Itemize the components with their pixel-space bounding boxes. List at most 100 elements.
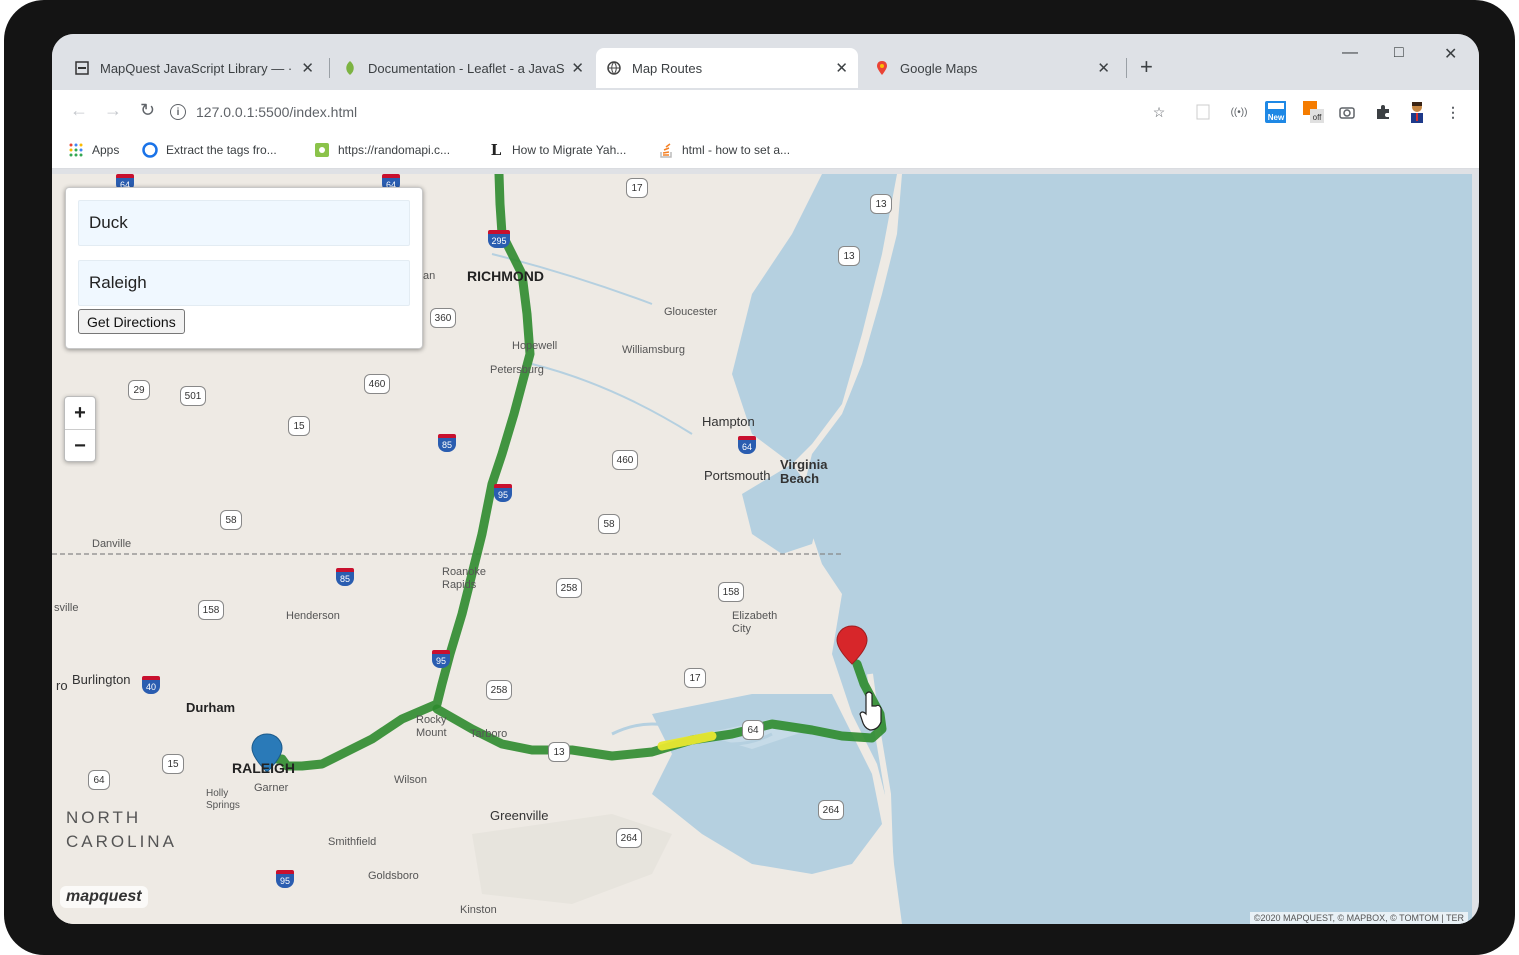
route-shield: 17	[626, 178, 648, 198]
tab-leaflet-docs[interactable]: Documentation - Leaflet - a JavaS ✕	[332, 48, 594, 88]
randomapi-icon	[314, 142, 330, 158]
browser-window: MapQuest JavaScript Library — · ✕ Docume…	[52, 34, 1479, 924]
reload-icon[interactable]: ↻	[140, 100, 155, 121]
interstate-shield: 95	[494, 484, 512, 502]
bookmark-html-how-to[interactable]: html - how to set a...	[658, 142, 790, 158]
address-bar[interactable]: i 127.0.0.1:5500/index.html	[170, 96, 1130, 128]
map-container[interactable]: RICHMOND Gloucester Williamsburg Hopewel…	[52, 174, 1472, 924]
close-icon[interactable]: ✕	[301, 59, 314, 77]
route-shield: 64	[88, 770, 110, 790]
interstate-shield: 40	[142, 676, 160, 694]
bookmarks-bar: Apps Extract the tags fro... https://ran…	[52, 134, 1479, 169]
svg-text:off: off	[1313, 113, 1323, 122]
interstate-shield: 64	[738, 436, 756, 454]
map-label-sville: sville	[54, 602, 79, 614]
broadcast-icon[interactable]: ((•))	[1228, 101, 1250, 123]
route-shield: 58	[598, 514, 620, 534]
url-text: 127.0.0.1:5500/index.html	[196, 104, 358, 120]
bookmark-label: html - how to set a...	[682, 143, 791, 157]
map-label-raleigh: RALEIGH	[232, 760, 295, 776]
kebab-menu-icon[interactable]: ⋮	[1442, 101, 1464, 123]
route-shield: 360	[430, 308, 456, 328]
route-shield: 460	[612, 450, 638, 470]
route-shield: 17	[684, 668, 706, 688]
tab-separator	[329, 58, 330, 78]
map-label-wilson: Wilson	[394, 774, 428, 786]
map-label-garner: Garner	[254, 782, 289, 794]
map-label-petersburg: Petersburg	[490, 364, 544, 376]
svg-text:New: New	[1268, 113, 1285, 122]
route-shield: 460	[364, 374, 390, 394]
news-extension-icon[interactable]: New	[1264, 101, 1286, 123]
map-label-williamsburg: Williamsburg	[622, 344, 685, 356]
camera-icon[interactable]	[1336, 101, 1358, 123]
tab-title: MapQuest JavaScript Library — ·	[100, 60, 293, 76]
close-icon[interactable]: ✕	[1097, 59, 1110, 77]
mapquest-logo[interactable]: mapquest	[60, 886, 148, 908]
extension-blank-icon[interactable]	[1192, 101, 1214, 123]
map-label-north-carolina: NORTH CAROLINA	[66, 808, 177, 851]
route-shield: 13	[548, 742, 570, 762]
zoom-in-button[interactable]: +	[65, 397, 95, 430]
route-shield: 13	[838, 246, 860, 266]
zoom-out-button[interactable]: −	[65, 430, 95, 462]
bookmark-extract-tags[interactable]: Extract the tags fro...	[142, 142, 277, 158]
route-shield: 264	[616, 828, 642, 848]
start-location-input[interactable]	[78, 200, 410, 246]
maximize-button[interactable]: □	[1394, 44, 1404, 62]
route-shield: 258	[486, 680, 512, 700]
route-shield: 64	[742, 720, 764, 740]
google-maps-icon	[874, 60, 890, 76]
route-shield: 158	[198, 600, 224, 620]
puzzle-extensions-icon[interactable]	[1372, 101, 1394, 123]
map-label-rocky-mount: Rocky Mount	[416, 714, 447, 739]
close-window-button[interactable]: ✕	[1444, 44, 1457, 64]
bookmark-randomapi[interactable]: https://randomapi.c...	[314, 142, 450, 158]
info-icon[interactable]: i	[170, 104, 186, 120]
get-directions-button[interactable]: Get Directions	[78, 309, 185, 334]
map-label-portsmouth: Portsmouth	[704, 468, 771, 483]
map-label-durham: Durham	[186, 700, 236, 715]
tab-map-routes[interactable]: Map Routes ✕	[596, 48, 858, 88]
route-shield: 15	[162, 754, 184, 774]
bookmark-label: Apps	[92, 143, 120, 157]
bookmark-apps[interactable]: Apps	[68, 142, 119, 158]
bookmark-label: https://randomapi.c...	[338, 143, 451, 157]
avatar[interactable]	[1406, 101, 1428, 123]
map-label-danville: Danville	[92, 538, 132, 550]
bookmark-how-to-migrate[interactable]: L How to Migrate Yah...	[488, 141, 627, 159]
map-label-henderson: Henderson	[286, 610, 340, 622]
route-shield: 15	[288, 416, 310, 436]
interstate-shield: 95	[276, 870, 294, 888]
map-label-burlington: Burlington	[72, 672, 131, 687]
zoom-control: + −	[64, 396, 96, 462]
mapquest-icon	[74, 60, 90, 76]
interstate-shield: 85	[336, 568, 354, 586]
offer-extension-icon[interactable]: off	[1302, 101, 1324, 123]
minimize-button[interactable]: —	[1342, 44, 1358, 62]
map-label-hampton: Hampton	[702, 414, 755, 429]
route-shield: 29	[128, 380, 150, 400]
bookmark-label: Extract the tags fro...	[166, 143, 277, 157]
forward-arrow-icon[interactable]: →	[104, 100, 122, 121]
map-attribution[interactable]: ©2020 MAPQUEST, © MAPBOX, © TOMTOM | TER	[1249, 912, 1468, 924]
close-icon[interactable]: ✕	[835, 59, 848, 77]
close-icon[interactable]: ✕	[571, 59, 584, 77]
stackoverflow-icon	[658, 142, 674, 158]
new-tab-button[interactable]: +	[1140, 54, 1153, 80]
map-label-kinston: Kinston	[460, 904, 497, 916]
tab-mapquest-library[interactable]: MapQuest JavaScript Library — · ✕	[64, 48, 324, 88]
browser-toolbar: ← → ↻ i 127.0.0.1:5500/index.html ☆ ((•)…	[52, 90, 1479, 134]
map-label-goldsboro: Goldsboro	[368, 870, 419, 882]
map-label-virginia-beach: Virginia Beach	[780, 457, 828, 486]
tab-title: Documentation - Leaflet - a JavaS	[368, 60, 565, 76]
tab-strip: MapQuest JavaScript Library — · ✕ Docume…	[52, 34, 1479, 90]
tab-google-maps[interactable]: Google Maps ✕	[864, 48, 1120, 88]
route-shield: 501	[180, 386, 206, 406]
map-label-ro: ro	[56, 678, 68, 693]
star-icon[interactable]: ☆	[1148, 101, 1170, 123]
map-label-smithfield: Smithfield	[328, 836, 377, 848]
map-label-greenville: Greenville	[490, 808, 549, 823]
back-arrow-icon[interactable]: ←	[70, 100, 88, 121]
end-location-input[interactable]	[78, 260, 410, 306]
